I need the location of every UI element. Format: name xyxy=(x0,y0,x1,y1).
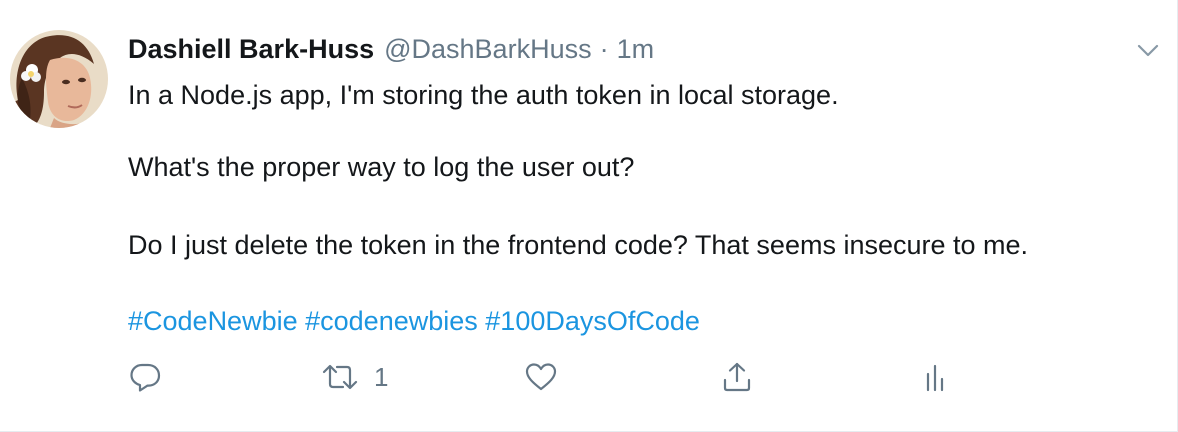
retweet-button[interactable]: 1 xyxy=(320,360,388,394)
retweet-icon xyxy=(322,364,358,390)
tweet-timestamp[interactable]: 1m xyxy=(617,34,655,65)
share-button[interactable] xyxy=(720,360,754,394)
heart-icon xyxy=(525,363,557,391)
hashtag-link[interactable]: #CodeNewbie xyxy=(128,306,298,336)
reply-button[interactable] xyxy=(128,360,176,394)
reply-icon xyxy=(130,363,161,392)
tweet-card[interactable]: Dashiell Bark-Huss @DashBarkHuss · 1m In… xyxy=(0,0,1178,432)
tweet-menu-button[interactable] xyxy=(1135,38,1161,64)
tweet-text-line-2: What's the proper way to log the user ou… xyxy=(128,152,635,182)
avatar-image xyxy=(10,30,108,128)
share-icon xyxy=(723,362,751,392)
analytics-icon xyxy=(926,364,944,392)
tweet-text-line-3: Do I just delete the token in the fronte… xyxy=(128,230,1029,260)
like-button[interactable] xyxy=(524,360,572,394)
analytics-button[interactable] xyxy=(924,360,948,394)
hashtag-link[interactable]: #codenewbies xyxy=(305,306,478,336)
tweet-text-line-1: In a Node.js app, I'm storing the auth t… xyxy=(128,80,839,110)
chevron-down-icon xyxy=(1137,44,1159,57)
avatar[interactable] xyxy=(10,30,108,128)
hashtag-list: #CodeNewbie #codenewbies #100DaysOfCode xyxy=(128,304,700,338)
author-handle[interactable]: @DashBarkHuss xyxy=(384,34,591,65)
tweet-actions: 1 xyxy=(128,360,1128,394)
header-separator: · xyxy=(599,34,609,64)
tweet-header: Dashiell Bark-Huss @DashBarkHuss · 1m xyxy=(128,34,654,68)
author-display-name[interactable]: Dashiell Bark-Huss xyxy=(128,34,374,65)
retweet-count: 1 xyxy=(374,361,389,392)
hashtag-link[interactable]: #100DaysOfCode xyxy=(485,306,700,336)
